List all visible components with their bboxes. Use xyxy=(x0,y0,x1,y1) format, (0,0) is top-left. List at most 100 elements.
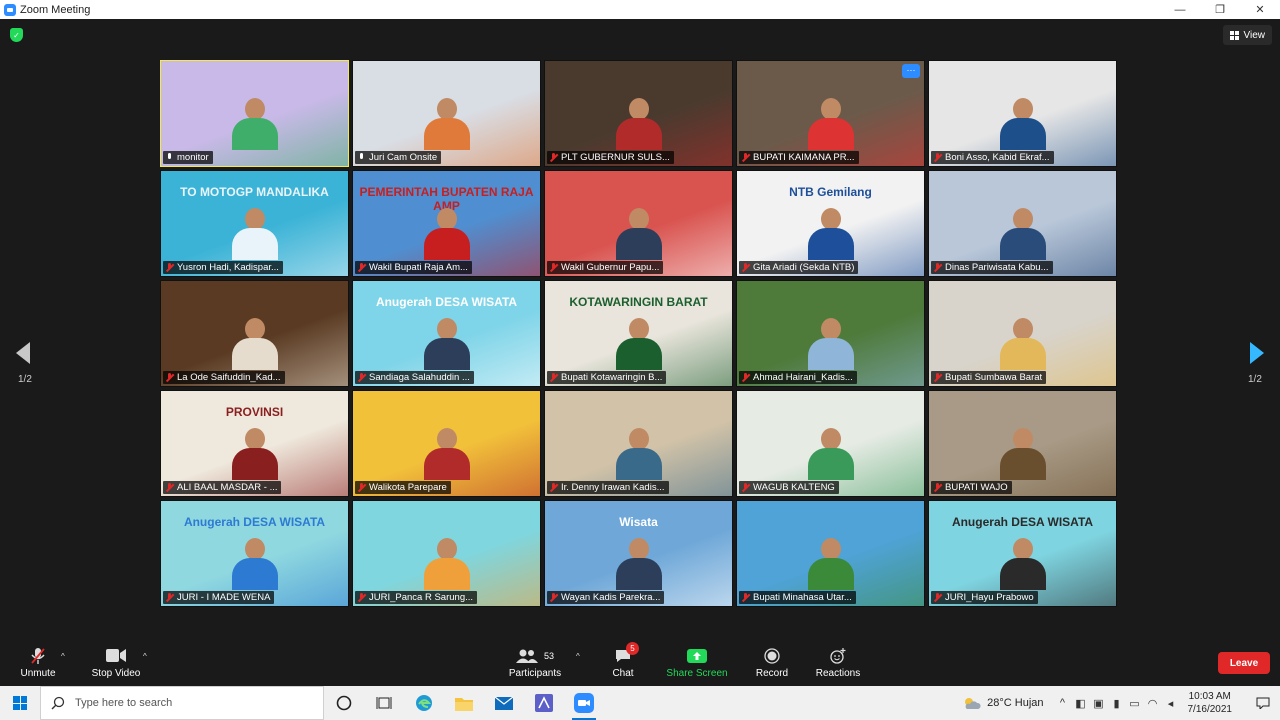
muted-mic-icon xyxy=(741,482,750,493)
participant-video-tile[interactable]: Dinas Pariwisata Kabu... xyxy=(928,170,1117,277)
participant-video-tile[interactable]: PROVINSI ALI BAAL MASDAR - ... xyxy=(160,390,349,497)
participant-video-tile[interactable]: Anugerah DESA WISATA JURI_Hayu Prabowo xyxy=(928,500,1117,607)
participant-video-tile[interactable]: Walikota Parepare xyxy=(352,390,541,497)
design-app-icon[interactable] xyxy=(524,686,564,720)
participant-video-tile[interactable]: JURI_Panca R Sarung... xyxy=(352,500,541,607)
participant-video-tile[interactable]: Ir. Denny Irawan Kadis... xyxy=(544,390,733,497)
muted-mic-icon xyxy=(165,372,174,383)
muted-mic-icon xyxy=(357,262,366,273)
participant-video-tile[interactable]: Anugerah DESA WISATA JURI - I MADE WENA xyxy=(160,500,349,607)
participant-video-tile[interactable]: WAGUB KALTENG xyxy=(736,390,925,497)
video-camera-icon xyxy=(106,648,126,664)
weather-widget[interactable]: 28°C Hujan xyxy=(963,696,1044,710)
file-explorer-icon[interactable] xyxy=(444,686,484,720)
meet-now-icon[interactable]: ▣ xyxy=(1090,686,1108,720)
search-icon xyxy=(51,696,65,710)
mic-icon xyxy=(357,152,366,163)
participant-figure xyxy=(999,98,1046,152)
participant-name: Boni Asso, Kabid Ekraf... xyxy=(945,152,1050,163)
edge-browser-icon[interactable] xyxy=(404,686,444,720)
participant-video-tile[interactable]: Wakil Gubernur Papu... xyxy=(544,170,733,277)
participant-video-tile[interactable]: La Ode Saifuddin_Kad... xyxy=(160,280,349,387)
muted-mic-icon xyxy=(741,592,750,603)
stop-video-button[interactable]: Stop Video xyxy=(88,640,144,686)
participant-video-tile[interactable]: Bupati Sumbawa Barat xyxy=(928,280,1117,387)
task-view-icon[interactable] xyxy=(364,686,404,720)
muted-mic-icon xyxy=(165,592,174,603)
participants-button[interactable]: 53 Participants xyxy=(504,640,566,686)
leave-button[interactable]: Leave xyxy=(1218,652,1270,674)
mail-icon[interactable] xyxy=(484,686,524,720)
unmute-button[interactable]: Unmute xyxy=(16,640,60,686)
participant-video-tile[interactable]: PEMERINTAH BUPATEN RAJA AMP Wakil Bupati … xyxy=(352,170,541,277)
participant-figure xyxy=(999,428,1046,482)
participant-video-tile[interactable]: Bupati Minahasa Utar... xyxy=(736,500,925,607)
participant-video-tile[interactable]: Anugerah DESA WISATA Sandiaga Salahuddin … xyxy=(352,280,541,387)
muted-mic-icon xyxy=(357,482,366,493)
unmute-label: Unmute xyxy=(20,667,56,679)
participant-video-tile[interactable]: Juri Cam Onsite xyxy=(352,60,541,167)
muted-mic-icon xyxy=(549,482,558,493)
taskbar-clock[interactable]: 10:03 AM 7/16/2021 xyxy=(1188,690,1233,716)
participant-video-tile[interactable]: PLT GUBERNUR SULS... xyxy=(544,60,733,167)
participant-name-bar: Ahmad Hairani_Kadis... xyxy=(739,371,857,384)
participant-video-tile[interactable]: ··· BUPATI KAIMANA PR... xyxy=(736,60,925,167)
microphone-tray-icon[interactable]: ▮ xyxy=(1108,686,1126,720)
participant-name: Bupati Kotawaringin B... xyxy=(561,372,663,383)
participant-video-tile[interactable]: Boni Asso, Kabid Ekraf... xyxy=(928,60,1117,167)
participant-name: BUPATI WAJO xyxy=(945,482,1008,493)
participant-name: Wakil Gubernur Papu... xyxy=(561,262,660,273)
participant-video-tile[interactable]: NTB Gemilang Gita Ariadi (Sekda NTB) xyxy=(736,170,925,277)
notifications-icon[interactable] xyxy=(1246,686,1280,720)
view-button[interactable]: View xyxy=(1222,25,1272,45)
participant-video-tile[interactable]: Wisata Wayan Kadis Parekra... xyxy=(544,500,733,607)
wifi-icon[interactable]: ◠ xyxy=(1144,686,1162,720)
share-screen-button[interactable]: Share Screen xyxy=(664,640,730,686)
zoom-taskbar-icon[interactable] xyxy=(564,686,604,720)
minimize-button[interactable]: — xyxy=(1160,0,1200,19)
muted-mic-icon xyxy=(741,262,750,273)
participant-figure xyxy=(423,98,470,152)
show-hidden-icons-caret-icon[interactable]: ^ xyxy=(1054,686,1072,720)
network-icon[interactable]: ◧ xyxy=(1072,686,1090,720)
view-button-label: View xyxy=(1243,29,1266,41)
muted-mic-icon xyxy=(933,152,942,163)
participant-video-tile[interactable]: TO MOTOGP MANDALIKA Yusron Hadi, Kadispar… xyxy=(160,170,349,277)
battery-icon[interactable]: ▭ xyxy=(1126,686,1144,720)
share-screen-label: Share Screen xyxy=(666,667,728,679)
participant-video-tile[interactable]: KOTAWARINGIN BARAT Bupati Kotawaringin B.… xyxy=(544,280,733,387)
cortana-icon[interactable] xyxy=(324,686,364,720)
mic-icon xyxy=(165,152,174,163)
participant-name: JURI - I MADE WENA xyxy=(177,592,271,603)
security-shield-icon[interactable]: ✓ xyxy=(10,28,23,42)
video-options-caret-icon[interactable]: ^ xyxy=(143,652,147,661)
volume-icon[interactable]: ◂ xyxy=(1162,686,1180,720)
participant-figure xyxy=(231,208,278,262)
participant-name: Yusron Hadi, Kadispar... xyxy=(177,262,279,273)
participant-name-bar: Wayan Kadis Parekra... xyxy=(547,591,665,604)
participant-figure xyxy=(999,538,1046,592)
chat-button[interactable]: 5 Chat xyxy=(606,640,640,686)
audio-options-caret-icon[interactable]: ^ xyxy=(61,652,65,661)
participant-video-tile[interactable]: monitor xyxy=(160,60,349,167)
reactions-button[interactable]: Reactions xyxy=(814,640,862,686)
participant-name-bar: Bupati Kotawaringin B... xyxy=(547,371,667,384)
participant-name-bar: Juri Cam Onsite xyxy=(355,151,442,164)
participants-options-caret-icon[interactable]: ^ xyxy=(576,652,580,661)
participant-video-tile[interactable]: BUPATI WAJO xyxy=(928,390,1117,497)
participant-name: Walikota Parepare xyxy=(369,482,447,493)
maximize-button[interactable]: ❐ xyxy=(1200,0,1240,19)
start-button[interactable] xyxy=(0,686,40,720)
participant-name: JURI_Hayu Prabowo xyxy=(945,592,1034,603)
participants-count: 53 xyxy=(543,650,554,661)
close-button[interactable]: ✕ xyxy=(1240,0,1280,19)
participants-icon: 53 xyxy=(515,648,554,664)
participants-label: Participants xyxy=(508,667,562,679)
more-options-icon[interactable]: ··· xyxy=(902,64,920,78)
record-button[interactable]: Record xyxy=(752,640,792,686)
previous-page-arrow-icon[interactable] xyxy=(16,342,30,364)
participant-video-tile[interactable]: Ahmad Hairani_Kadis... xyxy=(736,280,925,387)
stop-video-label: Stop Video xyxy=(91,667,141,679)
next-page-arrow-icon[interactable] xyxy=(1250,342,1264,364)
taskbar-search-box[interactable]: Type here to search xyxy=(40,686,324,720)
